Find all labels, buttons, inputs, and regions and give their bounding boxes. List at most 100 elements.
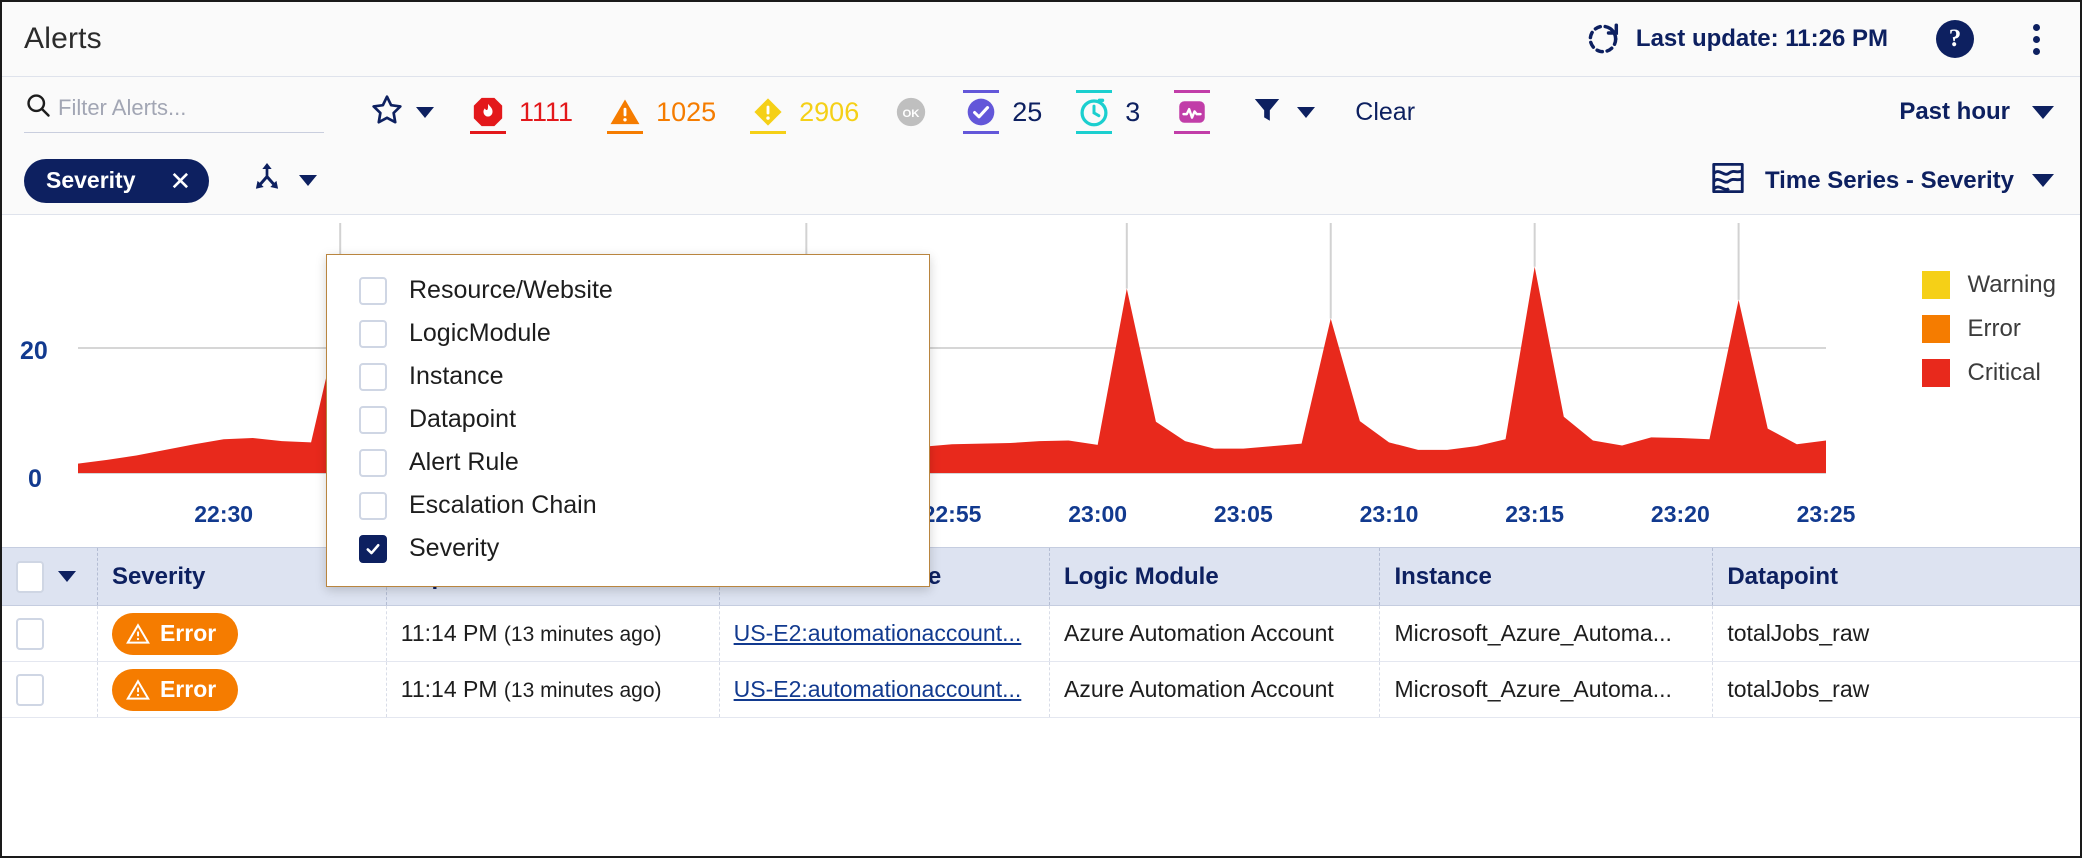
group-split-icon	[249, 160, 285, 201]
y-axis-tick-0: 0	[28, 465, 42, 494]
ok-circle-icon: OK	[893, 90, 929, 134]
severity-label: Error	[160, 620, 216, 647]
visualization-selector[interactable]: Time Series - Severity	[1709, 159, 2054, 202]
counter-overline	[963, 90, 999, 93]
severity-count-value: 1111	[519, 97, 573, 128]
counter-overline	[1174, 90, 1210, 93]
severity-counter-anomaly[interactable]	[1174, 90, 1210, 134]
resource-link[interactable]: US-E2:automationaccount...	[734, 620, 1022, 646]
severity-counter-error[interactable]: 1025	[607, 90, 716, 134]
row-severity-cell: Error	[97, 606, 386, 662]
warning-triangle-icon	[126, 678, 150, 702]
y-axis-tick-20: 20	[20, 337, 48, 366]
legend-label: Warning	[1968, 271, 2056, 299]
status-badge: Error	[112, 613, 238, 655]
chip-label: Severity	[46, 167, 136, 194]
time-range-selector[interactable]: Past hour	[1899, 98, 2054, 126]
severity-count-value: 25	[1012, 97, 1042, 128]
row-logic-module-cell: Azure Automation Account	[1050, 662, 1380, 718]
dropdown-item-alert-rule[interactable]: Alert Rule	[327, 441, 929, 484]
counter-underline	[470, 131, 506, 134]
severity-counter-ok[interactable]: OK	[893, 90, 929, 134]
select-all-checkbox[interactable]	[16, 561, 44, 593]
row-instance-cell: Microsoft_Azure_Automa...	[1380, 606, 1713, 662]
x-axis-tick: 23:20	[1651, 501, 1710, 528]
row-resource-cell: US-E2:automationaccount...	[719, 662, 1049, 718]
x-axis-tick: 22:30	[194, 501, 253, 528]
close-icon[interactable]: ✕	[170, 168, 192, 194]
chart-x-axis: 22:3022:3522:4022:4522:5022:5523:0023:05…	[2, 501, 2080, 547]
alerts-chart: 20 0 Warning Error Critical	[2, 215, 2080, 501]
row-checkbox[interactable]	[16, 674, 44, 706]
table-header-checkbox	[2, 548, 97, 606]
chevron-down-icon	[299, 175, 317, 186]
dropdown-item-label: Resource/Website	[409, 276, 613, 305]
help-icon: ?	[1949, 25, 1962, 53]
more-vertical-icon-dot	[2033, 36, 2040, 43]
favorites-dropdown[interactable]	[370, 93, 434, 132]
dropdown-item-instance[interactable]: Instance	[327, 355, 929, 398]
warning-triangle-icon	[607, 90, 643, 134]
more-options-button[interactable]	[2018, 19, 2054, 59]
checkbox-unchecked[interactable]	[359, 406, 387, 434]
legend-item-error: Error	[1922, 315, 2056, 343]
checkbox-unchecked[interactable]	[359, 492, 387, 520]
table-header-logic-module[interactable]: Logic Module	[1050, 548, 1380, 606]
page-title: Alerts	[24, 22, 102, 56]
dropdown-item-label: LogicModule	[409, 319, 551, 348]
table-header-instance[interactable]: Instance	[1380, 548, 1713, 606]
groupby-chip-severity[interactable]: Severity ✕	[24, 159, 209, 203]
checkbox-checked[interactable]	[359, 535, 387, 563]
severity-count-value: 3	[1125, 97, 1140, 128]
x-axis-tick: 22:55	[923, 501, 982, 528]
clear-button[interactable]: Clear	[1355, 98, 1415, 127]
row-checkbox[interactable]	[16, 618, 44, 650]
dropdown-item-severity[interactable]: Severity	[327, 527, 929, 570]
search-box[interactable]	[24, 91, 324, 133]
dropdown-item-logicmodule[interactable]: LogicModule	[327, 312, 929, 355]
timer-icon	[1076, 90, 1112, 134]
refresh-icon[interactable]	[1584, 20, 1622, 58]
severity-counter-sdt[interactable]: 3	[1076, 90, 1140, 134]
dropdown-item-resource-website[interactable]: Resource/Website	[327, 269, 929, 312]
reported-relative: (13 minutes ago)	[504, 679, 662, 702]
severity-counter-warning[interactable]: 2906	[750, 90, 859, 134]
filter-dropdown-button[interactable]	[1250, 93, 1315, 132]
severity-counter-critical[interactable]: 1111	[470, 90, 573, 134]
groupby-add-button[interactable]	[249, 160, 317, 201]
table-header-datapoint[interactable]: Datapoint	[1713, 548, 2080, 606]
legend-swatch	[1922, 359, 1950, 387]
chevron-down-icon	[2032, 174, 2054, 187]
help-button[interactable]: ?	[1936, 20, 1974, 58]
star-icon	[370, 93, 404, 132]
severity-count-value: 2906	[799, 97, 859, 128]
row-instance-cell: Microsoft_Azure_Automa...	[1380, 662, 1713, 718]
table-row[interactable]: Error 11:14 PM (13 minutes ago) US-E2:auto…	[2, 606, 2080, 662]
dropdown-item-escalation-chain[interactable]: Escalation Chain	[327, 484, 929, 527]
reported-time: 11:14 PM	[401, 620, 498, 646]
filter-toolbar: 1111 1025	[2, 77, 2080, 147]
row-logic-module-cell: Azure Automation Account	[1050, 606, 1380, 662]
legend-label: Error	[1968, 315, 2021, 343]
header-actions: Last update: 11:26 PM ?	[1584, 19, 2054, 59]
search-input[interactable]	[58, 95, 324, 121]
counter-underline	[607, 131, 643, 134]
dropdown-item-label: Instance	[409, 362, 504, 391]
filter-funnel-icon	[1250, 93, 1284, 132]
checkbox-unchecked[interactable]	[359, 363, 387, 391]
checkbox-unchecked[interactable]	[359, 449, 387, 477]
table-header-row: Severity Reported At Resource/Website Lo…	[2, 548, 2080, 606]
resource-link[interactable]: US-E2:automationaccount...	[734, 676, 1022, 702]
svg-text:OK: OK	[903, 108, 921, 120]
table-row[interactable]: Error 11:14 PM (13 minutes ago) US-E2:auto…	[2, 662, 2080, 718]
dropdown-item-datapoint[interactable]: Datapoint	[327, 398, 929, 441]
checkbox-unchecked[interactable]	[359, 277, 387, 305]
dropdown-item-label: Alert Rule	[409, 448, 519, 477]
row-severity-cell: Error	[97, 662, 386, 718]
chevron-down-icon[interactable]	[58, 571, 76, 582]
groupby-dropdown-menu[interactable]: Resource/Website LogicModule Instance Datap…	[326, 254, 930, 587]
reported-relative: (13 minutes ago)	[504, 623, 662, 646]
severity-counter-acknowledged[interactable]: 25	[963, 90, 1042, 134]
reported-time: 11:14 PM	[401, 676, 498, 702]
checkbox-unchecked[interactable]	[359, 320, 387, 348]
